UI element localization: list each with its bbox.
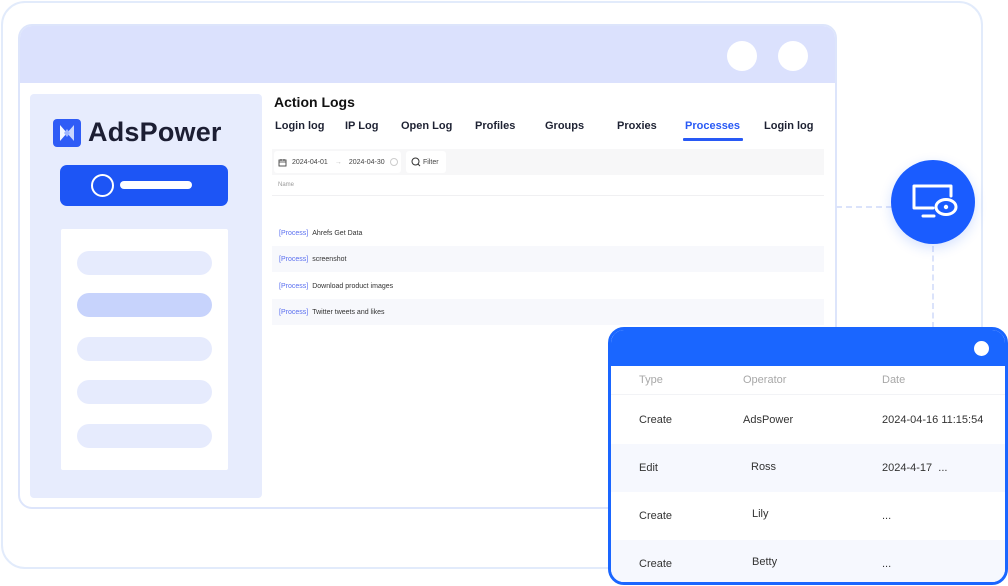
filter-button[interactable]: Filter <box>406 151 446 173</box>
sidebar-menu-item[interactable] <box>77 380 212 404</box>
row-date: ... <box>882 510 892 522</box>
popup-table-row[interactable]: Create AdsPower 2024-04-16 11:15:54 <box>611 396 1005 444</box>
adspower-logo-icon <box>53 118 81 147</box>
table-row[interactable]: [Process] Download product images <box>272 273 824 299</box>
process-tag: [Process] <box>279 282 309 290</box>
sidebar-menu-item[interactable] <box>77 251 212 275</box>
sidebar-menu-item-active[interactable] <box>77 293 212 317</box>
process-tag: [Process] <box>279 308 309 316</box>
log-detail-popup: Type Operator Date Create AdsPower 2024-… <box>608 327 1008 585</box>
sidebar-menu-item[interactable] <box>77 424 212 448</box>
row-type: Edit <box>639 462 658 474</box>
row-type: Create <box>639 414 673 426</box>
calendar-icon <box>278 158 287 166</box>
process-name: Twitter tweets and likes <box>312 308 385 316</box>
process-tag: [Process] <box>279 255 309 263</box>
row-operator: AdsPower <box>743 414 794 426</box>
date-range-picker[interactable]: 2024-04-01 → 2024-04-30 <box>274 151 401 173</box>
sidebar: AdsPower <box>30 94 262 498</box>
table-row[interactable]: [Process] Twitter tweets and likes <box>272 299 824 325</box>
column-type: Type <box>639 374 663 386</box>
date-separator: → <box>334 158 342 166</box>
row-date: ... <box>882 558 892 570</box>
row-operator: Betty <box>752 556 778 568</box>
column-date: Date <box>882 374 906 386</box>
popup-header <box>611 330 1005 366</box>
sidebar-menu-item[interactable] <box>77 337 212 361</box>
date-start[interactable]: 2024-04-01 <box>292 159 328 166</box>
row-date: 2024-04-16 11:15:54 <box>882 414 984 426</box>
clear-icon[interactable] <box>389 158 398 166</box>
search-icon <box>411 157 421 167</box>
window-control-dot[interactable] <box>727 41 757 71</box>
filter-toolbar: 2024-04-01 → 2024-04-30 Filter <box>272 149 824 175</box>
popup-table-row[interactable]: Create Lily ... <box>611 492 1005 540</box>
sidebar-primary-button[interactable] <box>60 165 228 206</box>
brand-name: AdsPower <box>88 117 222 147</box>
column-operator: Operator <box>743 374 787 386</box>
monitor-eye-badge <box>891 160 975 244</box>
tab-profiles[interactable]: Profiles <box>475 120 515 132</box>
table-row[interactable]: [Process] screenshot <box>272 246 824 272</box>
button-label-placeholder <box>120 181 192 189</box>
tab-groups[interactable]: Groups <box>545 120 584 132</box>
window-control-dot[interactable] <box>778 41 808 71</box>
row-type: Create <box>639 510 673 522</box>
circle-icon <box>91 174 114 197</box>
tab-ip-log[interactable]: IP Log <box>345 120 378 132</box>
connector-line <box>836 206 892 208</box>
popup-table-header: Type Operator Date <box>611 366 1005 395</box>
connector-line <box>932 246 934 328</box>
table-row[interactable]: [Process] Ahrefs Get Data <box>272 220 824 246</box>
window-titlebar <box>20 26 835 83</box>
popup-close-dot[interactable] <box>974 341 989 356</box>
tab-login-log[interactable]: Login log <box>275 120 324 132</box>
sidebar-menu <box>61 229 228 470</box>
column-name: Name <box>278 182 295 188</box>
process-name: Download product images <box>312 282 394 290</box>
tab-processes[interactable]: Processes <box>682 120 744 141</box>
process-name: Ahrefs Get Data <box>312 229 363 237</box>
table-header: Name <box>272 177 824 196</box>
row-date: 2024-4-17 ... <box>882 462 948 474</box>
filter-label: Filter <box>423 158 439 166</box>
popup-table-row[interactable]: Create Betty ... <box>611 540 1005 582</box>
process-tag: [Process] <box>279 229 309 237</box>
tab-bar: Login log IP Log Open Log Profiles Group… <box>272 120 824 144</box>
row-type: Create <box>639 558 673 570</box>
row-operator: Lily <box>752 508 769 520</box>
process-name: screenshot <box>312 255 347 263</box>
page-title: Action Logs <box>274 94 355 110</box>
tab-login-log-2[interactable]: Login log <box>764 120 813 132</box>
popup-table-row[interactable]: Edit Ross 2024-4-17 ... <box>611 444 1005 492</box>
monitor-eye-icon <box>912 184 958 218</box>
date-end[interactable]: 2024-04-30 <box>349 159 385 166</box>
brand-logo: AdsPower <box>53 117 222 148</box>
tab-proxies[interactable]: Proxies <box>617 120 657 132</box>
row-operator: Ross <box>751 461 777 473</box>
tab-open-log[interactable]: Open Log <box>401 120 452 132</box>
